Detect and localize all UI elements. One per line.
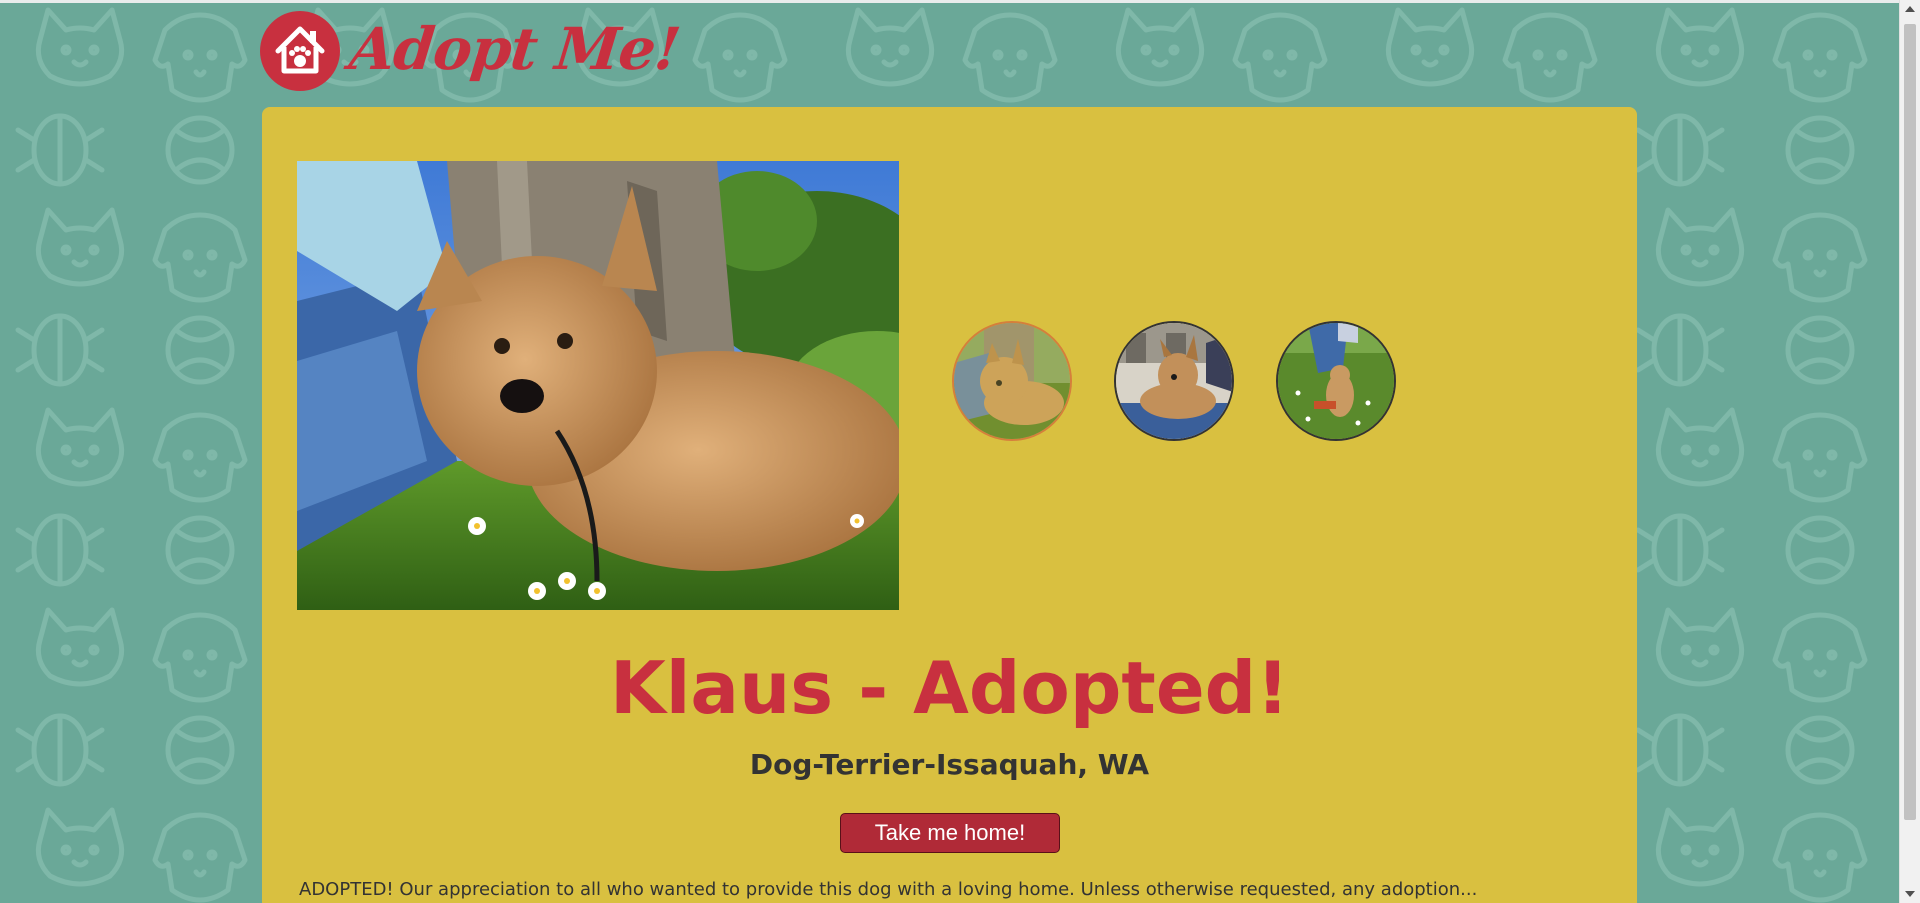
house-paw-icon [260,11,340,91]
take-me-home-button[interactable]: Take me home! [840,813,1060,853]
scroll-down-arrow-icon[interactable] [1905,891,1915,897]
pet-name-heading: Klaus - Adopted! [609,646,1290,730]
pet-description: ADOPTED! Our appreciation to all who wan… [299,879,1478,900]
logo-text: Adopt Me! [346,15,683,83]
scrollbar-thumb[interactable] [1904,24,1916,820]
gallery-thumbnail-1[interactable] [952,321,1072,441]
scroll-up-arrow-icon[interactable] [1905,6,1915,12]
vertical-scrollbar[interactable] [1899,0,1920,903]
pet-breed-location: Dog-Terrier-Issaquah, WA [749,748,1150,781]
pet-hero-image [297,161,899,610]
gallery-thumbnail-2[interactable] [1114,321,1234,441]
browser-top-edge [0,0,1900,3]
site-logo[interactable]: Adopt Me! [260,10,683,106]
pet-details-card: Klaus - Adopted! Dog-Terrier-Issaquah, W… [262,107,1637,903]
gallery-thumbnail-3[interactable] [1276,321,1396,441]
